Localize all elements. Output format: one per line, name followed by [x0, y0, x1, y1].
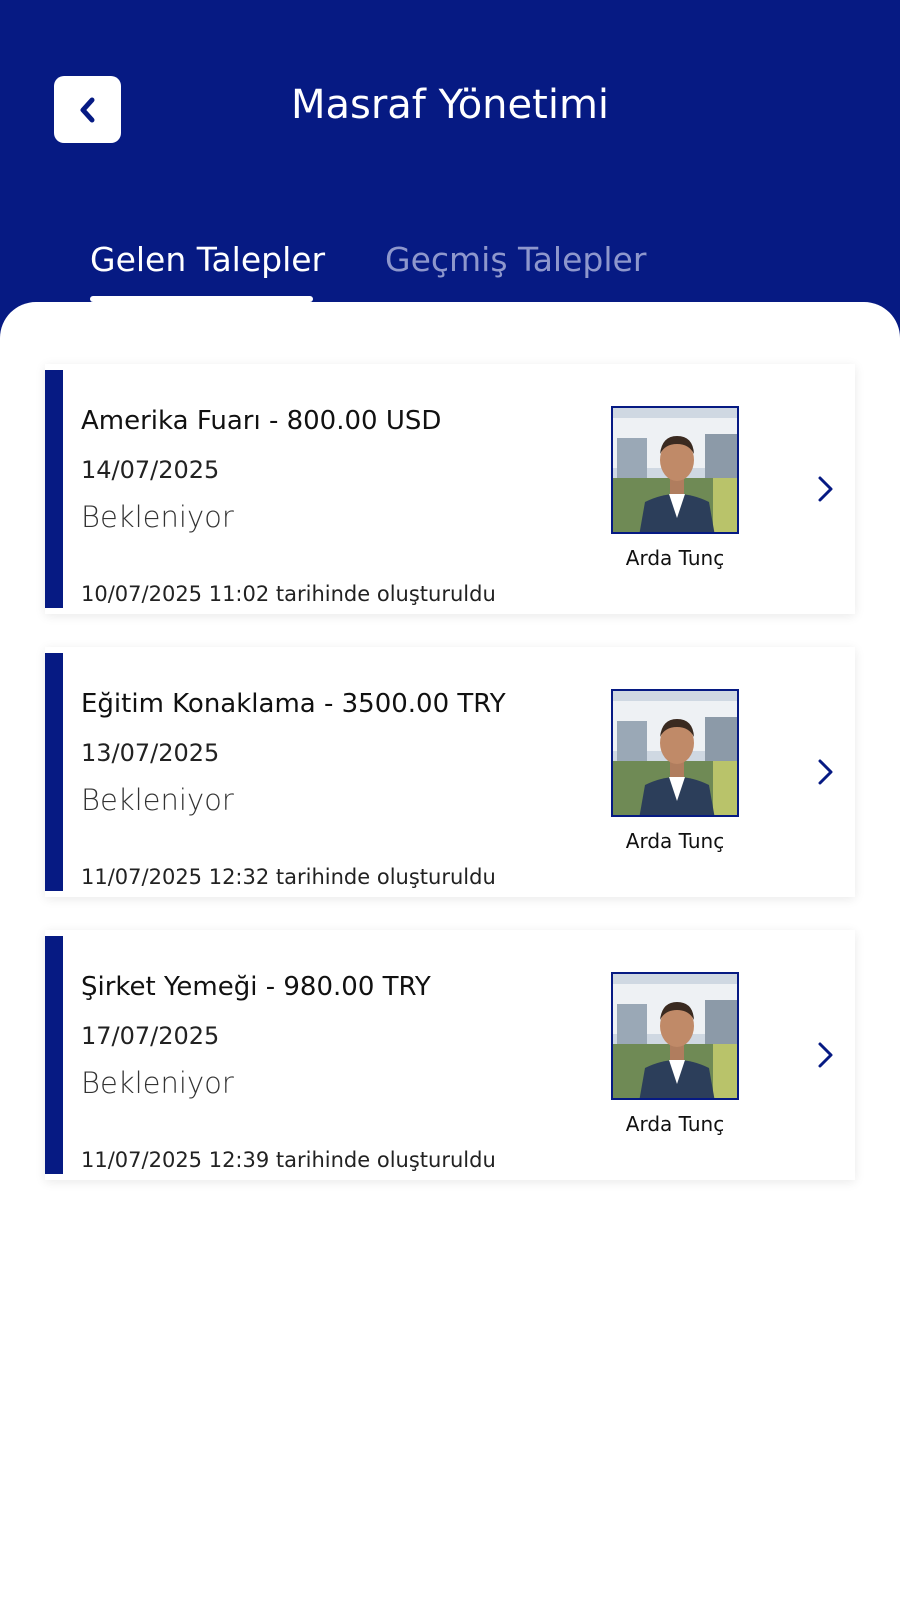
- request-title: Amerika Fuarı - 800.00 USD: [81, 406, 442, 436]
- request-card[interactable]: Amerika Fuarı - 800.00 USD 14/07/2025 Be…: [45, 364, 855, 614]
- request-date: 14/07/2025: [81, 456, 220, 484]
- app-header: Masraf Yönetimi Gelen Talepler Geçmiş Ta…: [0, 0, 900, 340]
- request-title: Eğitim Konaklama - 3500.00 TRY: [81, 689, 506, 719]
- avatar: [611, 689, 739, 817]
- request-list: Amerika Fuarı - 800.00 USD 14/07/2025 Be…: [0, 302, 900, 1600]
- request-created-at: 11/07/2025 12:32 tarihinde oluşturuldu: [81, 865, 496, 889]
- tab-past-requests[interactable]: Geçmiş Talepler: [385, 240, 646, 279]
- request-status: Bekleniyor: [81, 1066, 234, 1100]
- chevron-right-icon[interactable]: [813, 755, 837, 789]
- avatar: [611, 406, 739, 534]
- request-card[interactable]: Eğitim Konaklama - 3500.00 TRY 13/07/202…: [45, 647, 855, 897]
- card-accent-bar: [45, 370, 63, 608]
- request-status: Bekleniyor: [81, 783, 234, 817]
- request-date: 17/07/2025: [81, 1022, 220, 1050]
- chevron-right-icon[interactable]: [813, 472, 837, 506]
- person-name: Arda Tunç: [625, 829, 725, 853]
- request-created-at: 10/07/2025 11:02 tarihinde oluşturuldu: [81, 582, 496, 606]
- request-card[interactable]: Şirket Yemeği - 980.00 TRY 17/07/2025 Be…: [45, 930, 855, 1180]
- request-date: 13/07/2025: [81, 739, 220, 767]
- card-accent-bar: [45, 936, 63, 1174]
- person-name: Arda Tunç: [625, 546, 725, 570]
- tab-incoming-requests[interactable]: Gelen Talepler: [90, 240, 325, 279]
- card-accent-bar: [45, 653, 63, 891]
- avatar: [611, 972, 739, 1100]
- person-name: Arda Tunç: [625, 1112, 725, 1136]
- request-title: Şirket Yemeği - 980.00 TRY: [81, 972, 431, 1002]
- page-title: Masraf Yönetimi: [290, 82, 610, 128]
- request-created-at: 11/07/2025 12:39 tarihinde oluşturuldu: [81, 1148, 496, 1172]
- request-status: Bekleniyor: [81, 500, 234, 534]
- chevron-right-icon[interactable]: [813, 1038, 837, 1072]
